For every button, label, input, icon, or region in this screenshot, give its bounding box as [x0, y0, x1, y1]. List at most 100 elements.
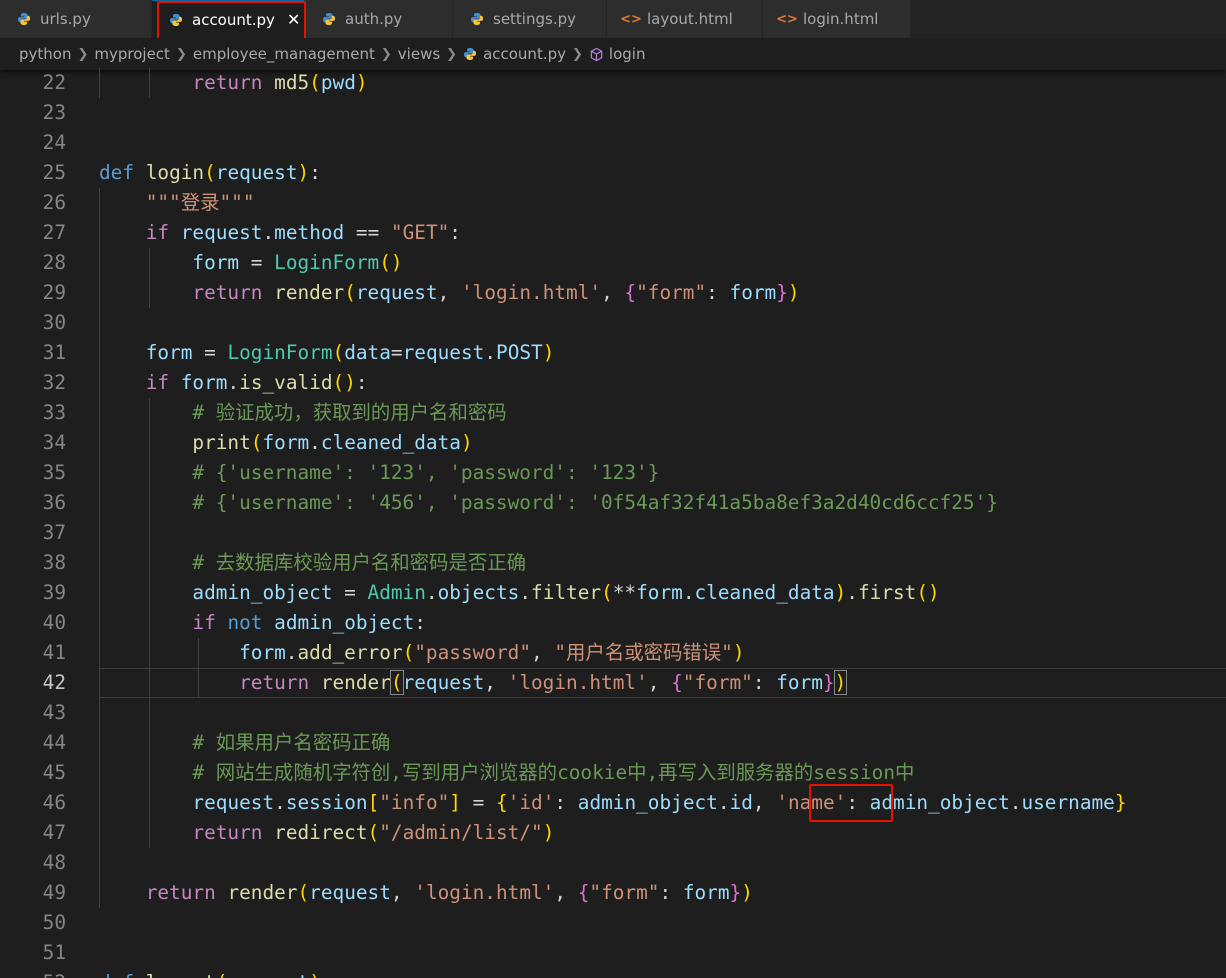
tab-label: login.html — [803, 10, 879, 28]
line-number: 40 — [42, 611, 66, 634]
code-text: if form.is_valid(): — [145, 371, 368, 394]
chevron-right-icon: ❯ — [380, 46, 392, 62]
code-text: return render(request, 'login.html', {"f… — [192, 281, 800, 304]
line-number: 30 — [42, 311, 66, 334]
line-number: 39 — [42, 581, 66, 604]
line-number: 42 — [42, 671, 66, 694]
line-number: 43 — [42, 701, 66, 724]
code-line: 44 # 如果用户名密码正确 — [0, 728, 1226, 758]
code-text: request.session["info"] = {'id': admin_o… — [192, 791, 1127, 814]
code-text: return render(request, 'login.html', {"f… — [239, 670, 848, 695]
line-number: 27 — [42, 221, 66, 244]
python-icon — [469, 11, 485, 27]
code-line: 39 admin_object = Admin.objects.filter(*… — [0, 578, 1226, 608]
python-icon — [321, 11, 337, 27]
breadcrumb-myproject[interactable]: myproject — [94, 45, 170, 63]
name-key-highlight-box — [809, 784, 893, 822]
line-number: 33 — [42, 401, 66, 424]
line-number: 25 — [42, 161, 66, 184]
breadcrumb-symbol-label: login — [608, 45, 646, 63]
breadcrumb-views[interactable]: views — [398, 45, 440, 63]
code-line: 27 if request.method == "GET": — [0, 218, 1226, 248]
code-text: # {'username': '456', 'password': '0f54a… — [192, 491, 998, 514]
line-number: 26 — [42, 191, 66, 214]
code-line: 24 — [0, 128, 1226, 158]
code-line: 51 — [0, 938, 1226, 968]
code-text: form.add_error("password", "用户名或密码错误") — [239, 641, 745, 664]
line-number: 45 — [42, 761, 66, 784]
code-text: if request.method == "GET": — [145, 221, 461, 244]
code-text: def login(request): — [99, 161, 321, 184]
breadcrumb-python[interactable]: python — [19, 45, 71, 63]
line-number: 29 — [42, 281, 66, 304]
code-line: 38 # 去数据库校验用户名和密码是否正确 — [0, 548, 1226, 578]
code-text: # 网站生成随机字符创,写到用户浏览器的cookie中,再写入到服务器的sess… — [192, 761, 915, 784]
line-number: 37 — [42, 521, 66, 544]
code-line: 49 return render(request, 'login.html', … — [0, 878, 1226, 908]
code-line: 25 def login(request): — [0, 158, 1226, 188]
tab-label: settings.py — [493, 10, 576, 28]
code-line: 43 — [0, 698, 1226, 728]
line-number: 38 — [42, 551, 66, 574]
tab-login-html[interactable]: <> login.html — [763, 0, 911, 38]
code-text: # 如果用户名密码正确 — [192, 731, 391, 754]
tab-settings-py[interactable]: settings.py — [453, 0, 607, 38]
chevron-right-icon: ❯ — [572, 46, 583, 62]
code-text: return render(request, 'login.html', {"f… — [145, 881, 753, 904]
tab-urls-py[interactable]: urls.py — [0, 0, 152, 38]
code-text: return redirect("/admin/list/") — [192, 821, 555, 844]
code-line: 32 if form.is_valid(): — [0, 368, 1226, 398]
code-line: 33 # 验证成功，获取到的用户名和密码 — [0, 398, 1226, 428]
line-number: 28 — [42, 251, 66, 274]
tab-label: layout.html — [647, 10, 733, 28]
tab-layout-html[interactable]: <> layout.html — [607, 0, 763, 38]
code-line: 36 # {'username': '456', 'password': '0f… — [0, 488, 1226, 518]
code-text: admin_object = Admin.objects.filter(**fo… — [192, 581, 940, 604]
code-text: def logout(request): — [99, 971, 333, 978]
code-line: 34 print(form.cleaned_data) — [0, 428, 1226, 458]
line-number: 31 — [42, 341, 66, 364]
code-line: 26 """登录""" — [0, 188, 1226, 218]
code-text: """登录""" — [145, 191, 255, 214]
breadcrumb-symbol[interactable]: login — [589, 45, 646, 63]
line-number: 24 — [42, 131, 66, 154]
code-line: 37 — [0, 518, 1226, 548]
code-line: 48 — [0, 848, 1226, 878]
breadcrumb: python ❯ myproject ❯ employee_management… — [0, 38, 1226, 70]
code-line: 45 # 网站生成随机字符创,写到用户浏览器的cookie中,再写入到服务器的s… — [0, 758, 1226, 788]
html-icon: <> — [776, 11, 798, 27]
code-line: 31 form = LoginForm(data=request.POST) — [0, 338, 1226, 368]
code-line: 35 # {'username': '123', 'password': '12… — [0, 458, 1226, 488]
code-line: 50 — [0, 908, 1226, 938]
line-number: 49 — [42, 881, 66, 904]
html-icon: <> — [620, 11, 642, 27]
code-line: 52 def logout(request): — [0, 968, 1226, 978]
line-number: 50 — [42, 911, 66, 934]
line-number: 36 — [42, 491, 66, 514]
code-editor[interactable]: 22 return md5(pwd) 23 24 25 def login(re… — [0, 68, 1226, 978]
chevron-right-icon: ❯ — [446, 46, 458, 62]
breadcrumb-employee-management[interactable]: employee_management — [193, 45, 375, 63]
tab-label: urls.py — [40, 10, 91, 28]
code-line: 40 if not admin_object: — [0, 608, 1226, 638]
tab-label: auth.py — [345, 10, 403, 28]
code-line: 46 request.session["info"] = {'id': admi… — [0, 788, 1226, 818]
code-line: 47 return redirect("/admin/list/") — [0, 818, 1226, 848]
line-number: 41 — [42, 641, 66, 664]
code-line: 30 — [0, 308, 1226, 338]
breadcrumb-file[interactable]: account.py — [463, 45, 566, 63]
code-text: print(form.cleaned_data) — [192, 431, 473, 454]
code-line: 29 return render(request, 'login.html', … — [0, 278, 1226, 308]
code-text: form = LoginForm() — [192, 251, 403, 274]
code-line: 28 form = LoginForm() — [0, 248, 1226, 278]
line-number: 35 — [42, 461, 66, 484]
line-number: 52 — [0, 971, 66, 978]
code-text: # 去数据库校验用户名和密码是否正确 — [192, 551, 527, 574]
code-text: return md5(pwd) — [192, 71, 368, 94]
chevron-right-icon: ❯ — [175, 46, 187, 62]
line-number: 32 — [42, 371, 66, 394]
code-line: 41 form.add_error("password", "用户名或密码错误"… — [0, 638, 1226, 668]
python-icon — [16, 11, 32, 27]
tab-auth-py[interactable]: auth.py — [305, 0, 453, 38]
tab-highlight-box — [157, 1, 306, 43]
